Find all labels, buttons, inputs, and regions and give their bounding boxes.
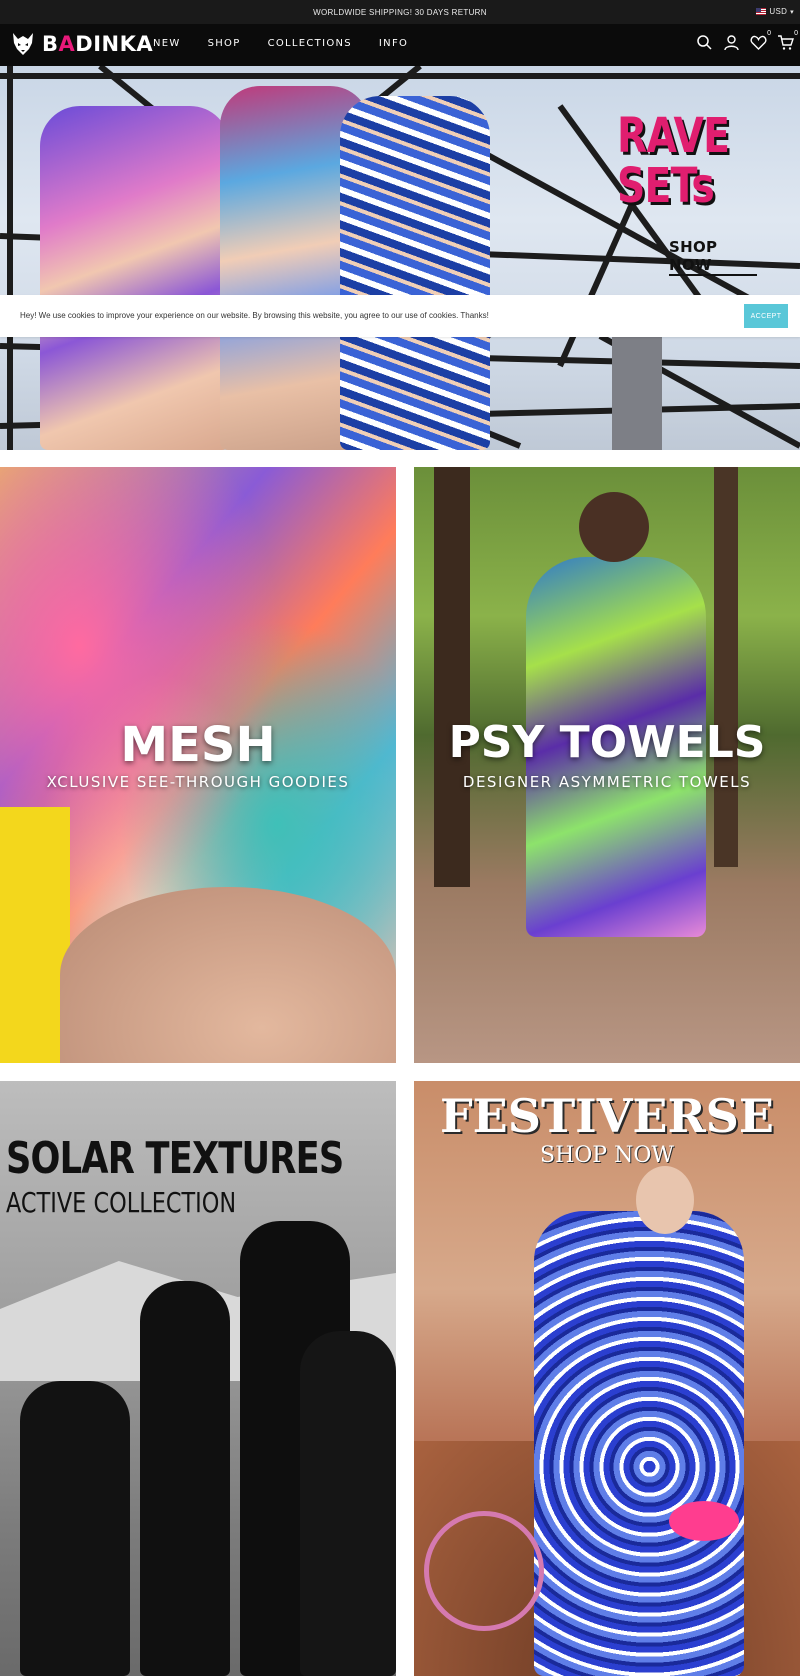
accept-cookies-button[interactable]: ACCEPT: [744, 304, 788, 328]
rave-sets-badge[interactable]: RAVE SETs SHOP NOW: [617, 108, 757, 276]
hero-banner[interactable]: RAVE SETs SHOP NOW: [0, 66, 800, 450]
search-icon[interactable]: [696, 34, 713, 51]
tile-solar-textures[interactable]: SOLAR TEXTURES ACTIVE COLLECTION: [0, 1081, 396, 1676]
main-nav: NEW SHOP COLLECTIONS INFO: [153, 38, 408, 49]
tile-title-mesh: MESH: [120, 717, 276, 773]
wishlist-count: 0: [767, 30, 771, 37]
tree-trunk: [434, 467, 470, 887]
tile-title-festiverse: FESTIVERSE: [440, 1089, 774, 1143]
hero-headline-1: RAVE: [617, 108, 730, 164]
site-header: BADINKA NEW SHOP COLLECTIONS INFO 0 0: [0, 24, 800, 66]
account-icon[interactable]: [723, 34, 740, 51]
model-left: [40, 106, 230, 450]
tile-subtitle-solar-textures: ACTIVE COLLECTION: [6, 1186, 237, 1219]
tile-title-solar-textures: SOLAR TEXTURES: [6, 1133, 344, 1184]
model-leg: [60, 887, 396, 1063]
model-bodysuit: [534, 1211, 744, 1676]
chevron-down-icon: ▾: [790, 8, 794, 16]
cookie-banner: Hey! We use cookies to improve your expe…: [0, 295, 800, 337]
tree-trunk: [714, 467, 738, 867]
nav-info[interactable]: INFO: [379, 38, 408, 49]
announcement-bar: WORLDWIDE SHIPPING! 30 DAYS RETURN USD ▾: [0, 0, 800, 24]
cart-icon[interactable]: 0: [777, 30, 798, 51]
nav-new[interactable]: NEW: [153, 38, 181, 49]
tile-mesh[interactable]: MESH XCLUSIVE SEE-THROUGH GOODIES: [0, 467, 396, 1063]
model-2: [140, 1281, 230, 1676]
logo-wordmark: BADINKA: [42, 32, 154, 56]
cart-count: 0: [794, 30, 798, 37]
logo-icon: [13, 33, 33, 55]
hero-headline-2: SETs: [617, 158, 715, 214]
model-4: [300, 1331, 396, 1676]
nav-collections[interactable]: COLLECTIONS: [268, 38, 352, 49]
tile-festiverse[interactable]: FESTIVERSE SHOP NOW: [414, 1081, 800, 1676]
header-icons: 0 0: [696, 30, 798, 51]
tile-subtitle-mesh: XCLUSIVE SEE-THROUGH GOODIES: [46, 773, 350, 791]
wishlist-icon[interactable]: 0: [750, 30, 771, 51]
announcement-text: WORLDWIDE SHIPPING! 30 DAYS RETURN: [313, 7, 487, 17]
tile-title-psy-towels: PSY TOWELS: [448, 717, 766, 768]
model-head: [579, 492, 649, 562]
cookie-text: Hey! We use cookies to improve your expe…: [20, 311, 489, 320]
currency-label: USD: [769, 7, 788, 16]
model-1: [20, 1381, 130, 1676]
us-flag-icon: [756, 8, 767, 15]
bike-seat: [669, 1501, 739, 1541]
model-head: [636, 1166, 694, 1234]
currency-selector[interactable]: USD ▾: [756, 7, 794, 16]
bike-wheel: [424, 1511, 544, 1631]
tile-subtitle-psy-towels: DESIGNER ASYMMETRIC TOWELS: [462, 773, 752, 791]
tile-subtitle-festiverse[interactable]: SHOP NOW: [414, 1143, 800, 1168]
logo[interactable]: BADINKA: [10, 31, 153, 57]
hero-cta[interactable]: SHOP NOW: [669, 238, 757, 276]
tile-psy-towels[interactable]: PSY TOWELS DESIGNER ASYMMETRIC TOWELS: [414, 467, 800, 1063]
nav-shop[interactable]: SHOP: [208, 38, 241, 49]
model-right: [340, 96, 490, 450]
